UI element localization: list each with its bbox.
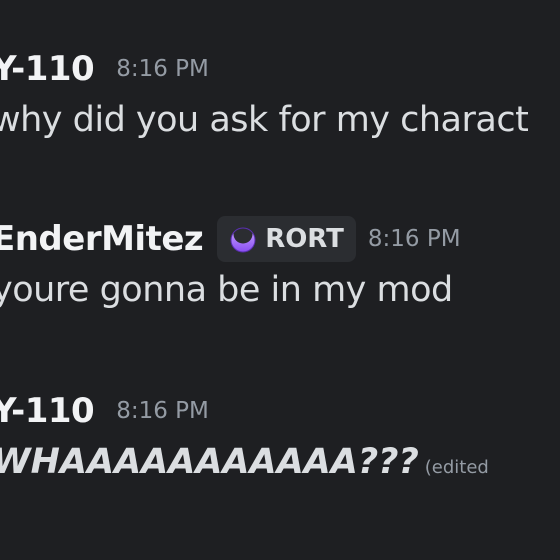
- message-content: why did you ask for my charact: [0, 100, 529, 140]
- timestamp[interactable]: 8:16 PM: [368, 226, 461, 252]
- message-content: youre gonna be in my mod: [0, 270, 453, 310]
- chat-message: Y-110 8:16 PM WHAAAAAAAAAAA??? (edited: [0, 386, 560, 482]
- chat-message: EnderMitez RORT 8:16 PM youre gonna be i…: [0, 214, 560, 310]
- chat-message: Y-110 8:16 PM why did you ask for my cha…: [0, 44, 560, 140]
- crescent-moon-icon: [230, 224, 256, 253]
- guild-tag[interactable]: RORT: [217, 216, 356, 262]
- message-text: WHAAAAAAAAAAA???: [0, 442, 419, 482]
- username[interactable]: EnderMitez: [0, 219, 204, 259]
- message-content: WHAAAAAAAAAAA??? (edited: [0, 442, 560, 482]
- timestamp[interactable]: 8:16 PM: [116, 56, 209, 82]
- message-header: EnderMitez RORT 8:16 PM: [0, 214, 560, 264]
- guild-tag-label: RORT: [265, 224, 344, 254]
- chat-message-list: Y-110 8:16 PM why did you ask for my cha…: [0, 0, 560, 560]
- message-header: Y-110 8:16 PM: [0, 44, 560, 94]
- message-header: Y-110 8:16 PM: [0, 386, 560, 436]
- edited-label: (edited: [424, 457, 489, 478]
- username[interactable]: Y-110: [0, 391, 95, 431]
- username[interactable]: Y-110: [0, 49, 95, 89]
- timestamp[interactable]: 8:16 PM: [116, 398, 209, 424]
